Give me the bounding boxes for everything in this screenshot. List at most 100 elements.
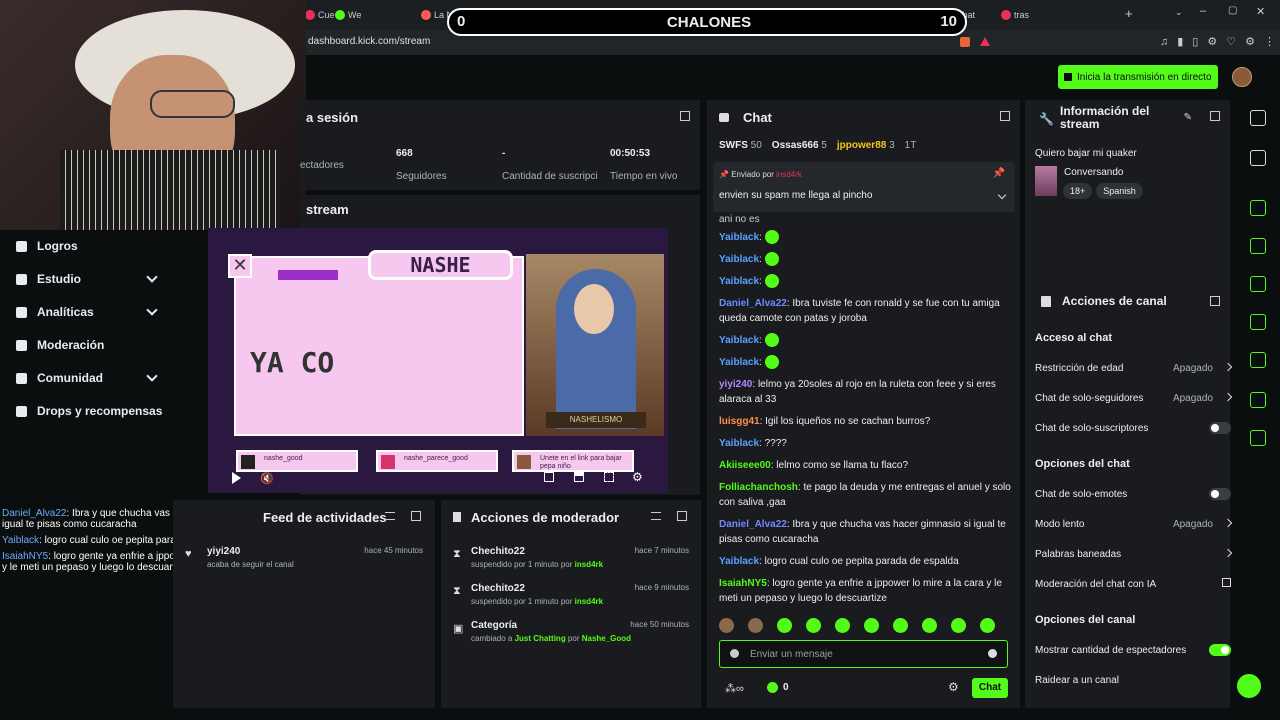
chat-username[interactable]: Yaiblack (719, 276, 759, 287)
chat-message[interactable]: Yaiblack: (719, 333, 1011, 348)
chat-username[interactable]: Akiiseee00 (719, 460, 771, 471)
emote-icon[interactable] (980, 618, 995, 633)
sidebar-item-1[interactable]: Estudio (0, 264, 172, 294)
chat-message[interactable]: Daniel_Alva22: Ibra y que chucha vas hac… (719, 517, 1011, 547)
chevron-right-icon[interactable] (1223, 392, 1233, 402)
chat-username[interactable]: yiyi240 (719, 379, 752, 390)
channel-setting-row[interactable]: Moderación del chat con IA (1035, 569, 1235, 599)
maximize-icon[interactable]: ▢ (1228, 5, 1237, 16)
tag-pill[interactable]: 18+ (1063, 183, 1093, 199)
chat-message[interactable]: Yaiblack: (719, 252, 1011, 267)
fullscreen-icon[interactable] (604, 472, 614, 482)
chat-message[interactable]: luisgg41: Igil los iqueños no se cachan … (719, 414, 1011, 429)
emote-icon[interactable] (864, 618, 879, 633)
smiley-icon[interactable] (988, 649, 997, 658)
tag-pill[interactable]: Spanish (1096, 183, 1143, 199)
play-icon[interactable] (232, 472, 241, 484)
browser-tab[interactable]: We (335, 5, 361, 25)
channel-setting-row[interactable]: Mostrar cantidad de espectadores (1035, 635, 1235, 665)
sidebar-item-5[interactable]: Drops y recompensas (0, 396, 172, 426)
channel-setting-row[interactable]: Chat de solo-suscriptores (1035, 413, 1235, 443)
chat-input[interactable]: Enviar un mensaje (719, 640, 1008, 668)
browser-toolbar-icons[interactable]: ♫▮▯⚙♡⚙⋮ (1160, 35, 1280, 48)
popout-icon[interactable] (411, 511, 421, 521)
chat-message[interactable]: yiyi240: lelmo ya 20soles al rojo en la … (719, 377, 1011, 407)
close-window-icon[interactable]: ✕ (1256, 5, 1265, 18)
chat-message[interactable]: Akiiseee00: lelmo como se llama tu flaco… (719, 458, 1011, 473)
chevron-right-icon[interactable] (1223, 518, 1233, 528)
channel-setting-row[interactable]: Restricción de edad Apagado (1035, 353, 1235, 383)
sidebar-item-0[interactable]: Logros (0, 231, 172, 261)
camera-icon[interactable] (1250, 200, 1266, 216)
emote-icon[interactable] (777, 618, 792, 633)
avatar[interactable] (1232, 67, 1252, 87)
go-live-button[interactable]: Inicia la transmisión en directo (1058, 65, 1218, 89)
edit-icon[interactable] (1250, 150, 1266, 166)
info-icon[interactable] (1250, 110, 1266, 126)
sidebar-item-2[interactable]: Analíticas (0, 297, 172, 327)
gifter-entry[interactable]: 1T (905, 140, 917, 154)
chat-username[interactable]: Yaiblack (719, 232, 759, 243)
chat-username[interactable]: luisgg41 (719, 416, 760, 427)
clipboard-icon[interactable] (1250, 276, 1266, 292)
url-text[interactable]: dashboard.kick.com/stream (308, 36, 430, 47)
pin-icon[interactable]: 📌 (993, 168, 1005, 179)
browser-tab[interactable]: Cue (305, 5, 335, 25)
emote-icon[interactable] (922, 618, 937, 633)
chevron-down-icon[interactable] (997, 190, 1007, 200)
chat-username[interactable]: Folliachanchosh (719, 482, 798, 493)
chat-username[interactable]: Yaiblack (719, 254, 759, 265)
chat-username[interactable]: Yaiblack (719, 335, 759, 346)
chevron-down-icon[interactable] (146, 370, 158, 382)
toggle-switch[interactable] (1209, 422, 1231, 434)
edit-icon[interactable]: ✎ (1184, 112, 1192, 123)
users-icon[interactable]: ⁂∞ (725, 682, 744, 695)
toggle-switch[interactable] (1209, 488, 1231, 500)
chat-message[interactable]: Yaiblack: (719, 274, 1011, 289)
bolt-icon[interactable] (1250, 238, 1266, 254)
settings-gear-icon[interactable]: ⚙ (632, 470, 643, 484)
filter-icon[interactable] (385, 512, 395, 520)
emote-icon[interactable] (951, 618, 966, 633)
chat-username[interactable]: Daniel_Alva22 (719, 298, 787, 309)
emote-icon[interactable] (719, 618, 734, 633)
chat-username[interactable]: Daniel_Alva22 (719, 519, 787, 530)
list-icon[interactable] (1250, 392, 1266, 408)
emote-icon[interactable] (893, 618, 908, 633)
channel-setting-row[interactable]: Raidear a un canal (1035, 665, 1235, 695)
filter-icon[interactable] (651, 512, 661, 520)
chat-message[interactable]: Yaiblack: (719, 355, 1011, 370)
chevron-right-icon[interactable] (1223, 362, 1233, 372)
chat-username[interactable]: Yaiblack (719, 556, 759, 567)
mute-icon[interactable]: 🔇 (260, 472, 274, 485)
chat-username[interactable]: IsaiahNY5 (719, 578, 767, 589)
emote-icon[interactable] (806, 618, 821, 633)
chat-message[interactable]: Yaiblack: (719, 230, 1011, 245)
chat-settings-icon[interactable]: ⚙ (948, 680, 959, 694)
channel-setting-row[interactable]: Palabras baneadas (1035, 539, 1235, 569)
wrench-icon[interactable] (1250, 430, 1266, 446)
gifter-entry[interactable]: Ossas666 5 (772, 140, 827, 154)
brave-rewards-icon[interactable] (980, 37, 990, 46)
popout-icon[interactable] (677, 511, 687, 521)
tab-list-icon[interactable]: ⌄ (1175, 7, 1183, 18)
chevron-down-icon[interactable] (146, 271, 158, 283)
chat-icon[interactable] (1250, 314, 1266, 330)
gifter-entry[interactable]: jppower88 3 (837, 140, 895, 154)
new-tab-button[interactable]: + (1125, 6, 1133, 21)
emoji-icon[interactable] (730, 649, 739, 658)
chat-message[interactable]: IsaiahNY5: logro gente ya enfrie a jppow… (719, 576, 1011, 606)
pip-icon[interactable] (544, 472, 554, 482)
chat-username[interactable]: Yaiblack (719, 357, 759, 368)
support-icon[interactable] (1237, 674, 1261, 698)
chat-message[interactable]: Yaiblack: logro cual culo oe pepita para… (719, 554, 1011, 569)
popout-icon[interactable] (680, 111, 690, 121)
chevron-right-icon[interactable] (1223, 548, 1233, 558)
channel-setting-row[interactable]: Modo lento Apagado (1035, 509, 1235, 539)
chevron-down-icon[interactable] (146, 304, 158, 316)
sidebar-item-3[interactable]: Moderación (0, 330, 172, 360)
external-link-icon[interactable] (1222, 578, 1231, 587)
popout-icon[interactable] (1000, 111, 1010, 121)
send-chat-button[interactable]: Chat (972, 678, 1008, 698)
chat-message[interactable]: Yaiblack: ???? (719, 436, 1011, 451)
